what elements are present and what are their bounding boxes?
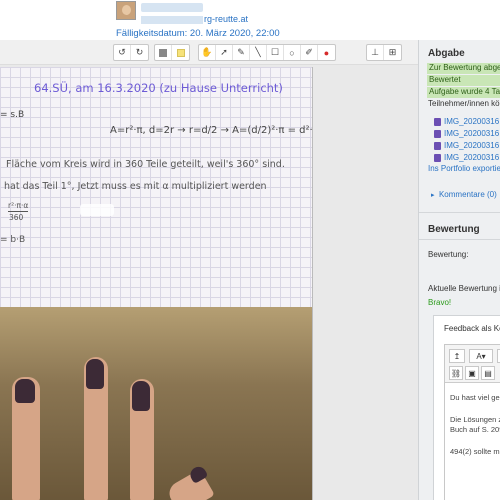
nail [15, 379, 35, 403]
status-graded: Bewertet [427, 75, 500, 86]
comments-toggle[interactable]: ▸ Kommentare (0) [431, 190, 497, 199]
grading-heading: Bewertung [428, 224, 480, 235]
pan-hand-icon[interactable]: ✋ [199, 45, 216, 60]
homework-title: 64.SÜ, am 16.3.2020 (zu Hause Unterricht… [34, 81, 283, 95]
image-icon[interactable]: ▣ [465, 366, 479, 380]
feedback-line: Buch auf S. 209 [450, 425, 500, 434]
rotate-right-icon[interactable]: ↻ [131, 45, 148, 60]
show-more-icon[interactable]: ↥ [449, 349, 465, 363]
tool-group: ✋ ➚ ✎ ╲ ☐ ○ ✐ ● [198, 44, 336, 61]
explanation-line-1: Fläche vom Kreis wird in 360 Teile getei… [6, 159, 285, 170]
nail [86, 359, 104, 389]
comment-group [154, 44, 190, 61]
fraction-numerator: r²·π·α [8, 201, 29, 210]
oval-icon[interactable]: ○ [284, 45, 301, 60]
export-portfolio-link[interactable]: Ins Portfolio exportieren [428, 164, 500, 173]
feedback-editor[interactable]: ↥ A▾ B ⛓ ▣ ▤ Du hast viel gemacht! Die L… [444, 344, 500, 500]
stamp-icon[interactable]: ⊥ [367, 45, 384, 60]
correction-blot [80, 204, 114, 216]
rotate-left-icon[interactable]: ↺ [114, 45, 131, 60]
area-formula: A=r²·π, d=2r → r=d/2 → A=(d/2)²·π = d²·π… [110, 125, 313, 136]
stamp-picker-icon[interactable]: ⊞ [384, 45, 401, 60]
font-style-icon[interactable]: A▾ [469, 349, 493, 363]
media-icon[interactable]: ▤ [481, 366, 495, 380]
file-link[interactable]: IMG_20200316 [434, 153, 499, 162]
explanation-line-2: hat das Teil 1°, Jetzt muss es mit α mul… [4, 181, 267, 192]
rectangle-highlight-icon[interactable] [155, 45, 172, 60]
user-name-redacted [141, 3, 203, 12]
due-date: Fälligkeitsdatum: 20. März 2020, 22:00 [116, 28, 280, 39]
document-viewer[interactable]: 64.SÜ, am 16.3.2020 (zu Hause Unterricht… [0, 65, 418, 500]
image-file-icon [434, 117, 441, 126]
rectangle-icon[interactable]: ☐ [267, 45, 284, 60]
stamp-group: ⊥ ⊞ [366, 44, 402, 61]
feedback-line: 494(2) sollte man [450, 447, 500, 456]
feedback-label: Feedback als Kommentar [444, 324, 500, 333]
divider [419, 212, 500, 213]
color-drop-icon[interactable]: ● [318, 45, 335, 60]
submission-header: rg-reutte.at Fälligkeitsdatum: 20. März … [0, 0, 500, 40]
editor-toolbar: ↥ A▾ B ⛓ ▣ ▤ [445, 345, 500, 383]
email-redacted [141, 15, 203, 24]
select-pointer-icon[interactable]: ➚ [216, 45, 233, 60]
line-icon[interactable]: ╲ [250, 45, 267, 60]
user-email: rg-reutte.at [141, 14, 248, 24]
image-file-icon [434, 153, 441, 162]
sticky-note-icon[interactable] [172, 45, 189, 60]
fraction-denominator: 360 [9, 213, 24, 222]
image-file-icon [434, 129, 441, 138]
fraction-bar [8, 211, 28, 212]
link-icon[interactable]: ⛓ [449, 366, 463, 380]
avatar[interactable] [116, 1, 136, 20]
image-file-icon [434, 141, 441, 150]
margin-note: = s.B [0, 110, 25, 120]
feedback-line: Du hast viel gemacht! [450, 393, 500, 402]
file-link[interactable]: IMG_20200316 [434, 117, 499, 126]
annotation-toolbar: ↺ ↻ ✋ ➚ ✎ ╲ ☐ ○ ✐ ● ⊥ ⊞ [0, 40, 418, 65]
divider [419, 239, 500, 240]
highlighter-icon[interactable]: ✐ [301, 45, 318, 60]
pen-icon[interactable]: ✎ [233, 45, 250, 60]
submission-photo[interactable]: 64.SÜ, am 16.3.2020 (zu Hause Unterricht… [0, 67, 313, 500]
result-note: = b·B [0, 235, 26, 245]
file-link[interactable]: IMG_20200316 [434, 129, 499, 138]
current-grade-value: Bravo! [428, 298, 452, 307]
caret-right-icon: ▸ [431, 192, 435, 199]
file-link[interactable]: IMG_20200316 [434, 141, 499, 150]
feedback-line: Die Lösungen zu den Aufgaben [450, 415, 500, 424]
nail [132, 381, 150, 411]
rotate-group: ↺ ↻ [113, 44, 149, 61]
feedback-panel: Feedback als Kommentar ↥ A▾ B ⛓ ▣ ▤ Du h… [433, 315, 500, 500]
email-domain: rg-reutte.at [204, 14, 249, 24]
photo-background [0, 307, 312, 500]
submission-sidebar: Abgabe Zur Bewertung abgegeben Bewertet … [418, 40, 500, 500]
submission-heading: Abgabe [428, 48, 465, 59]
status-early: Aufgabe wurde 4 Tage früher abgegeben [427, 87, 500, 98]
status-submitted: Zur Bewertung abgegeben [427, 63, 500, 74]
current-grade-label: Aktuelle Bewertung im Bewertungsbereich [428, 284, 500, 293]
participants-note: Teilnehmer/innen können die Abgabe nicht… [428, 99, 500, 108]
grading-label: Bewertung: [428, 250, 469, 259]
